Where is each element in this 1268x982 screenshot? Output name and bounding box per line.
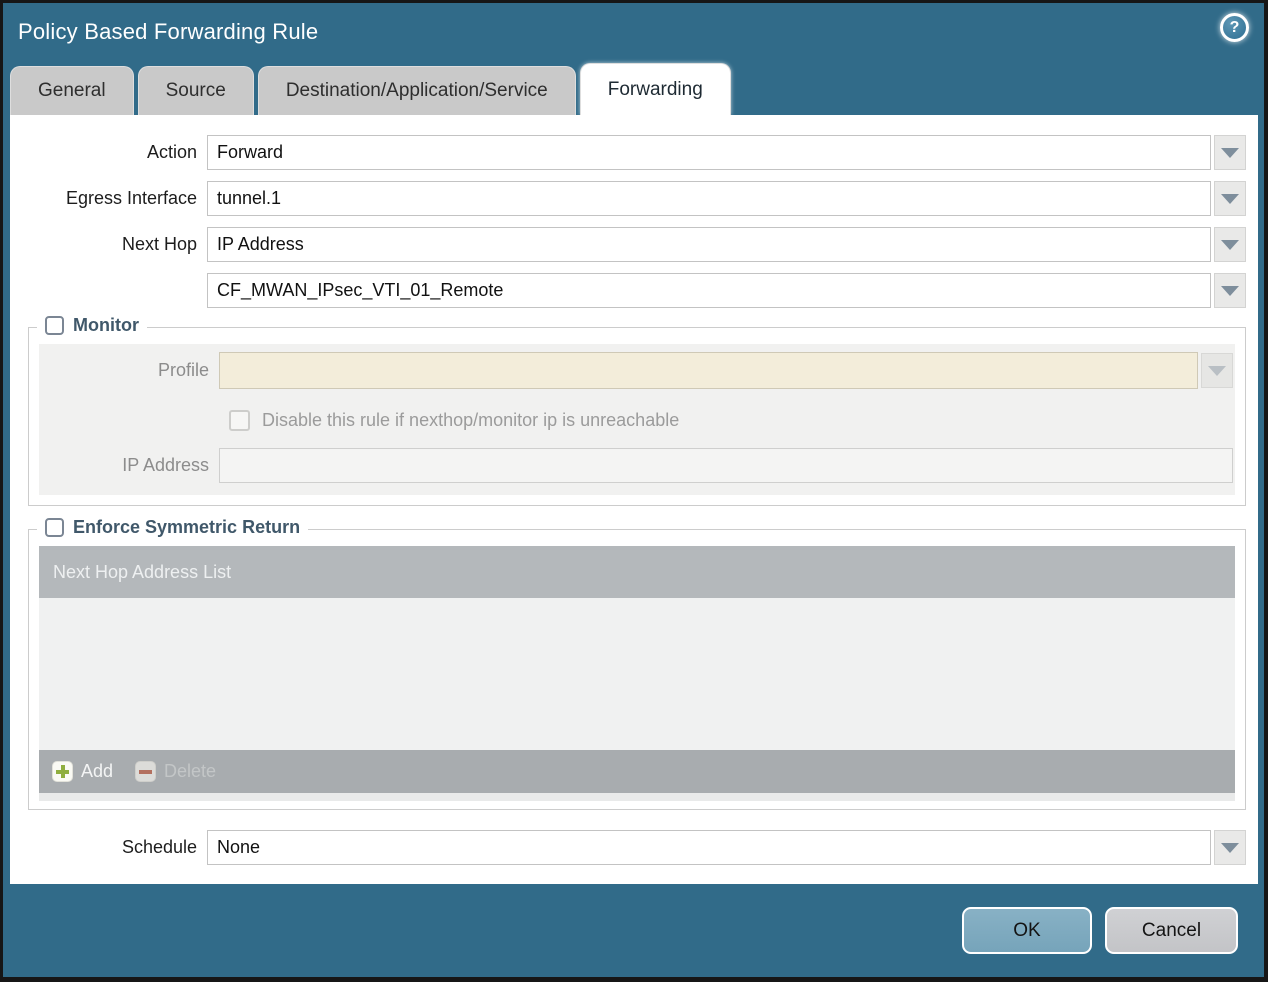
action-input[interactable]	[207, 135, 1211, 170]
action-dropdown-button[interactable]	[1214, 135, 1246, 170]
monitor-panel: Profile Disable this rule if nexthop/mon…	[39, 344, 1235, 495]
next-hop-label: Next Hop	[121, 234, 197, 254]
delete-button: Delete	[135, 761, 216, 782]
monitor-legend-label: Monitor	[73, 315, 139, 335]
delete-minus-icon	[135, 761, 157, 782]
next-hop-row: Next Hop	[10, 227, 1258, 262]
monitor-ip-address-row: IP Address	[39, 448, 1233, 483]
dropdown-arrow-icon	[1221, 193, 1239, 204]
dropdown-arrow-icon	[1221, 285, 1239, 296]
schedule-label: Schedule	[121, 837, 197, 857]
monitor-ip-address-input	[219, 448, 1233, 483]
monitor-profile-row: Profile	[39, 352, 1233, 389]
enforce-symmetric-return-fieldset: Enforce Symmetric Return Next Hop Addres…	[28, 517, 1246, 810]
egress-interface-dropdown-button[interactable]	[1214, 181, 1246, 216]
next-hop-address-dropdown-button[interactable]	[1214, 273, 1246, 308]
add-plus-icon	[52, 761, 73, 782]
tab-bar: General Source Destination/Application/S…	[10, 63, 731, 115]
schedule-dropdown-button[interactable]	[1214, 830, 1246, 865]
monitor-profile-label: Profile	[157, 360, 209, 380]
egress-interface-label: Egress Interface	[65, 188, 197, 208]
add-button[interactable]: Add	[52, 761, 113, 782]
next-hop-type-dropdown-button[interactable]	[1214, 227, 1246, 262]
schedule-input[interactable]	[207, 830, 1211, 865]
next-hop-type-input[interactable]	[207, 227, 1211, 262]
action-label: Action	[146, 142, 197, 162]
action-row: Action	[10, 135, 1258, 170]
screen: Policy Based Forwarding Rule ? General S…	[0, 0, 1268, 982]
enforce-symmetric-return-checkbox[interactable]	[45, 518, 64, 537]
monitor-profile-dropdown-button	[1201, 353, 1233, 388]
next-hop-address-list-body[interactable]	[39, 598, 1235, 750]
monitor-ip-address-label: IP Address	[122, 455, 209, 475]
next-hop-address-list-toolbar: Add Delete	[39, 750, 1235, 793]
enforce-symmetric-return-legend-label: Enforce Symmetric Return	[73, 517, 301, 537]
monitor-fieldset: Monitor Profile Disable this rule if nex…	[28, 315, 1246, 506]
ok-button[interactable]: OK	[962, 907, 1092, 954]
next-hop-address-list-header: Next Hop Address List	[39, 546, 1235, 598]
tab-general[interactable]: General	[10, 66, 134, 115]
dialog-footer: OK Cancel	[3, 884, 1264, 977]
egress-interface-input[interactable]	[207, 181, 1211, 216]
list-scroll-strip	[39, 793, 1235, 801]
tab-content-forwarding: Action Egress Interface Ne	[10, 115, 1258, 884]
add-button-label: Add	[81, 761, 114, 781]
enforce-symmetric-return-legend: Enforce Symmetric Return	[37, 517, 309, 538]
disable-rule-checkbox	[229, 409, 250, 431]
cancel-button[interactable]: Cancel	[1105, 907, 1238, 954]
dropdown-arrow-icon	[1208, 365, 1226, 376]
monitor-checkbox[interactable]	[45, 316, 64, 335]
monitor-legend: Monitor	[37, 315, 147, 336]
tab-forwarding[interactable]: Forwarding	[579, 63, 731, 115]
help-icon[interactable]: ?	[1220, 13, 1249, 42]
tab-destination-application-service[interactable]: Destination/Application/Service	[257, 66, 576, 115]
dialog-title: Policy Based Forwarding Rule	[18, 19, 319, 44]
pbf-rule-dialog: Policy Based Forwarding Rule ? General S…	[3, 3, 1264, 977]
tab-source[interactable]: Source	[137, 66, 254, 115]
dropdown-arrow-icon	[1221, 239, 1239, 250]
dialog-titlebar: Policy Based Forwarding Rule ?	[3, 3, 1264, 61]
disable-rule-checkbox-label: Disable this rule if nexthop/monitor ip …	[262, 409, 680, 430]
next-hop-address-row	[10, 273, 1258, 308]
schedule-row: Schedule	[10, 830, 1258, 865]
next-hop-address-input[interactable]	[207, 273, 1211, 308]
next-hop-address-list-table: Next Hop Address List Add Delete	[39, 546, 1235, 793]
monitor-profile-input	[219, 352, 1198, 389]
monitor-disable-rule-row: Disable this rule if nexthop/monitor ip …	[229, 406, 1233, 434]
egress-interface-row: Egress Interface	[10, 181, 1258, 216]
dropdown-arrow-icon	[1221, 147, 1239, 158]
delete-button-label: Delete	[164, 761, 217, 781]
dropdown-arrow-icon	[1221, 842, 1239, 853]
